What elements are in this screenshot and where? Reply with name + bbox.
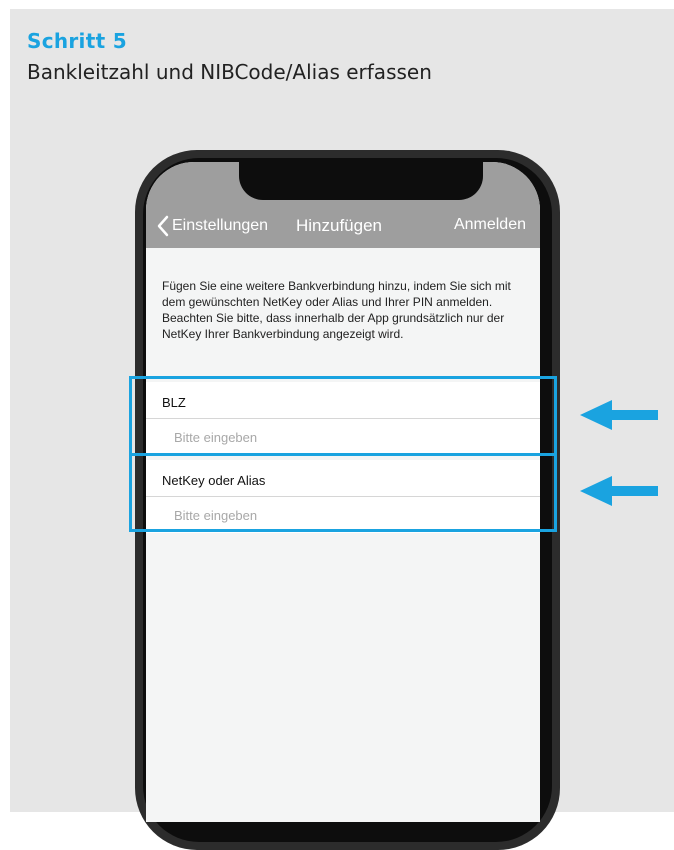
arrow-left-icon — [580, 400, 658, 430]
phone-notch — [239, 162, 483, 200]
arrow-left-icon — [580, 476, 658, 506]
login-button[interactable]: Anmelden — [454, 216, 526, 234]
back-button[interactable]: Einstellungen — [156, 212, 268, 240]
back-button-label: Einstellungen — [172, 217, 269, 234]
step-subtitle: Bankleitzahl und NIBCode/Alias erfassen — [27, 60, 432, 84]
step-title: Schritt 5 — [27, 29, 127, 53]
info-paragraph: Fügen Sie eine weitere Bankverbindung hi… — [162, 279, 511, 309]
netkey-highlight-box — [129, 453, 557, 532]
blz-highlight-box — [129, 376, 557, 456]
info-paragraph: Beachten Sie bitte, dass innerhalb der A… — [162, 311, 505, 341]
chevron-left-icon — [157, 215, 169, 237]
nav-title: Hinzufügen — [296, 216, 383, 235]
info-text: Fügen Sie eine weitere Bankverbindung hi… — [162, 278, 532, 342]
